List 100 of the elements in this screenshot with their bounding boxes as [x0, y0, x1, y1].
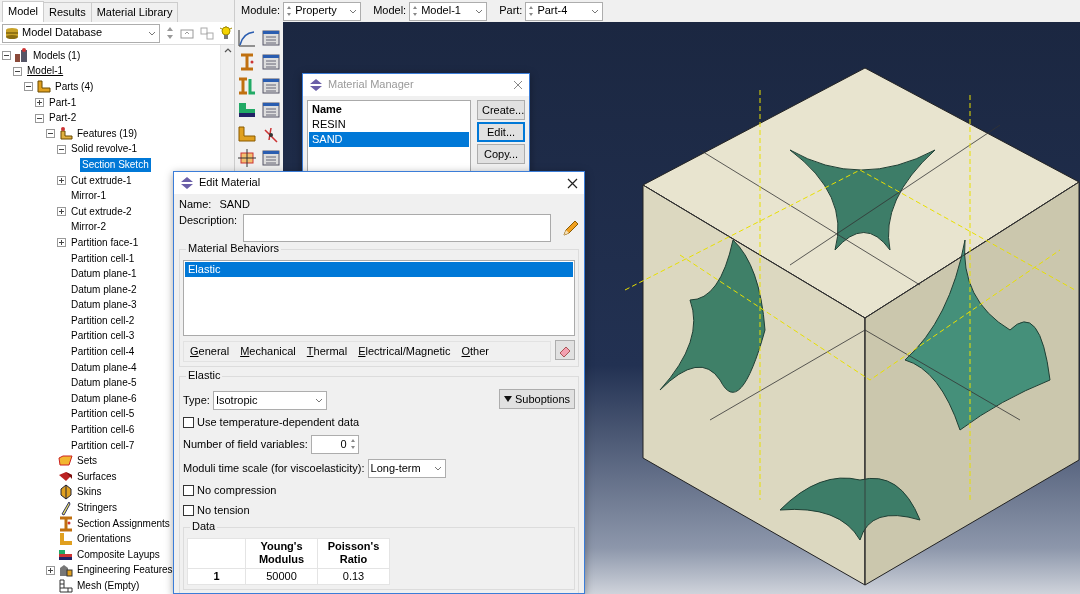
pencil-icon[interactable] — [561, 220, 579, 239]
context-dropdown[interactable]: Part-4 — [525, 1, 604, 21]
table-icon[interactable] — [260, 99, 282, 121]
database-icon — [5, 27, 19, 39]
type-dropdown[interactable]: Isotropic — [212, 390, 327, 410]
tree-item[interactable]: Partition cell-1 — [69, 251, 137, 266]
number-spinner[interactable]: 0 — [310, 434, 359, 454]
description-field[interactable] — [243, 214, 551, 243]
crosshair-icon[interactable] — [236, 147, 258, 169]
models-icon — [14, 47, 30, 64]
field-label: Type: — [183, 393, 210, 407]
curve-icon[interactable] — [236, 27, 258, 49]
table-icon[interactable] — [260, 147, 282, 169]
behavior-list-item[interactable]: Elastic — [185, 262, 573, 278]
checkbox[interactable] — [183, 484, 194, 496]
tree-item[interactable]: Skins — [75, 485, 104, 500]
expand-toggle[interactable] — [57, 238, 66, 248]
collapse-toggle[interactable] — [35, 113, 44, 123]
material-list-item[interactable]: RESIN — [309, 117, 469, 132]
panel-tab[interactable]: Model — [2, 1, 44, 22]
context-label: Part: — [499, 4, 523, 18]
tree-item[interactable]: Mesh (Empty) — [75, 579, 142, 593]
table-icon[interactable] — [260, 27, 282, 49]
tree-item[interactable]: Orientations — [75, 532, 133, 547]
checkbox[interactable] — [183, 504, 194, 516]
table-cell[interactable]: 0.13 — [317, 568, 390, 585]
tree-item[interactable]: Datum plane-4 — [69, 360, 139, 375]
model-database-dropdown[interactable]: Model Database — [2, 23, 160, 43]
dialog-button[interactable]: Copy... — [477, 144, 525, 164]
menu-item[interactable]: Other — [461, 344, 489, 358]
tree-item[interactable]: Section Assignments — [75, 516, 172, 531]
tree-item[interactable]: Partition cell-7 — [69, 438, 137, 453]
tree-item[interactable]: Partition cell-4 — [69, 345, 137, 360]
eraser-button[interactable] — [555, 340, 575, 361]
collapse-toggle[interactable] — [24, 82, 33, 92]
tree-item[interactable]: Stringers — [75, 501, 119, 515]
suboptions-button[interactable]: Suboptions — [498, 389, 575, 410]
expand-toggle[interactable] — [57, 176, 66, 186]
context-label: Module: — [241, 4, 281, 18]
dropdown-value: Model Database — [22, 26, 104, 40]
context-dropdown[interactable]: Model-1 — [409, 1, 488, 21]
collapse-toggle[interactable] — [57, 144, 66, 154]
tree-item[interactable]: Datum plane-5 — [69, 376, 139, 391]
tree-item[interactable]: Composite Layups — [75, 547, 162, 562]
close-icon[interactable] — [567, 177, 578, 189]
collapse-toggle[interactable] — [13, 66, 22, 76]
menu-item[interactable]: Electrical/Magnetic — [358, 344, 451, 358]
menu-item[interactable]: Thermal — [306, 344, 348, 358]
tree-item[interactable]: Partition cell-2 — [69, 313, 137, 328]
tree-item[interactable]: Sets — [75, 454, 99, 469]
table-cell[interactable]: 50000 — [245, 568, 318, 585]
tree-item[interactable]: Solid revolve-1 — [69, 142, 140, 157]
tree-item[interactable]: Models (1) — [31, 48, 83, 63]
tree-item[interactable]: Partition cell-3 — [69, 329, 137, 344]
field-label: Description: — [179, 214, 238, 228]
expand-toggle[interactable] — [57, 207, 66, 217]
tree-item[interactable]: Partition cell-5 — [69, 407, 137, 422]
expand-toggle[interactable] — [35, 98, 44, 108]
menu-item[interactable]: General — [190, 344, 230, 358]
tree-item[interactable]: Part-1 — [47, 95, 79, 110]
tree-item[interactable]: Section Sketch — [80, 157, 151, 172]
tree-item[interactable]: Features (19) — [75, 126, 140, 141]
tree-item[interactable]: Part-2 — [47, 111, 79, 126]
table-icon[interactable] — [260, 51, 282, 73]
time-scale-dropdown[interactable]: Long-term — [367, 458, 446, 478]
up-down-arrows-icon[interactable] — [166, 26, 174, 40]
dialog-button[interactable]: Create... — [477, 100, 525, 120]
tree-item[interactable]: Surfaces — [75, 469, 119, 484]
tree-item[interactable]: Engineering Features — [75, 563, 175, 578]
tree-item[interactable]: Datum plane-6 — [69, 391, 139, 406]
tree-item[interactable]: Parts (4) — [53, 80, 96, 94]
tree-item[interactable]: Mirror-1 — [69, 189, 108, 204]
spinner-value: 0 — [339, 437, 347, 451]
tree-item[interactable]: Datum plane-2 — [69, 282, 139, 297]
expand-toggle[interactable] — [46, 565, 55, 575]
tree-item[interactable]: Model-1 — [25, 64, 66, 79]
checkbox[interactable] — [183, 416, 194, 428]
dropdown-value: Isotropic — [215, 393, 259, 407]
dropdown-value: Property — [295, 4, 338, 18]
collapse-toggle[interactable] — [46, 129, 55, 139]
l-bracket-icon — [58, 531, 74, 548]
table-icon[interactable] — [260, 75, 282, 97]
context-dropdown[interactable]: Property — [283, 1, 362, 21]
tree-item[interactable]: Cut extrude-1 — [69, 173, 134, 188]
panel-tab[interactable]: Material Library — [90, 1, 179, 22]
window-title: Edit Material — [199, 176, 262, 190]
tree-item[interactable]: Cut extrude-2 — [69, 204, 134, 219]
collapse-toggle[interactable] — [2, 51, 11, 61]
menu-item[interactable]: Mechanical — [240, 344, 296, 358]
spin-arrows-icon — [528, 5, 535, 17]
checkbox-label: No compression — [197, 483, 277, 497]
tree-item[interactable]: Datum plane-1 — [69, 267, 139, 282]
field-label: Name: — [179, 198, 212, 212]
material-list-item[interactable]: SAND — [309, 132, 469, 147]
dialog-button[interactable]: Edit... — [477, 122, 525, 142]
tree-item[interactable]: Partition cell-6 — [69, 423, 137, 438]
lightbulb-icon[interactable] — [220, 26, 232, 40]
tree-item[interactable]: Datum plane-3 — [69, 298, 139, 313]
tree-item[interactable]: Partition face-1 — [69, 235, 141, 250]
tree-item[interactable]: Mirror-2 — [69, 220, 108, 235]
